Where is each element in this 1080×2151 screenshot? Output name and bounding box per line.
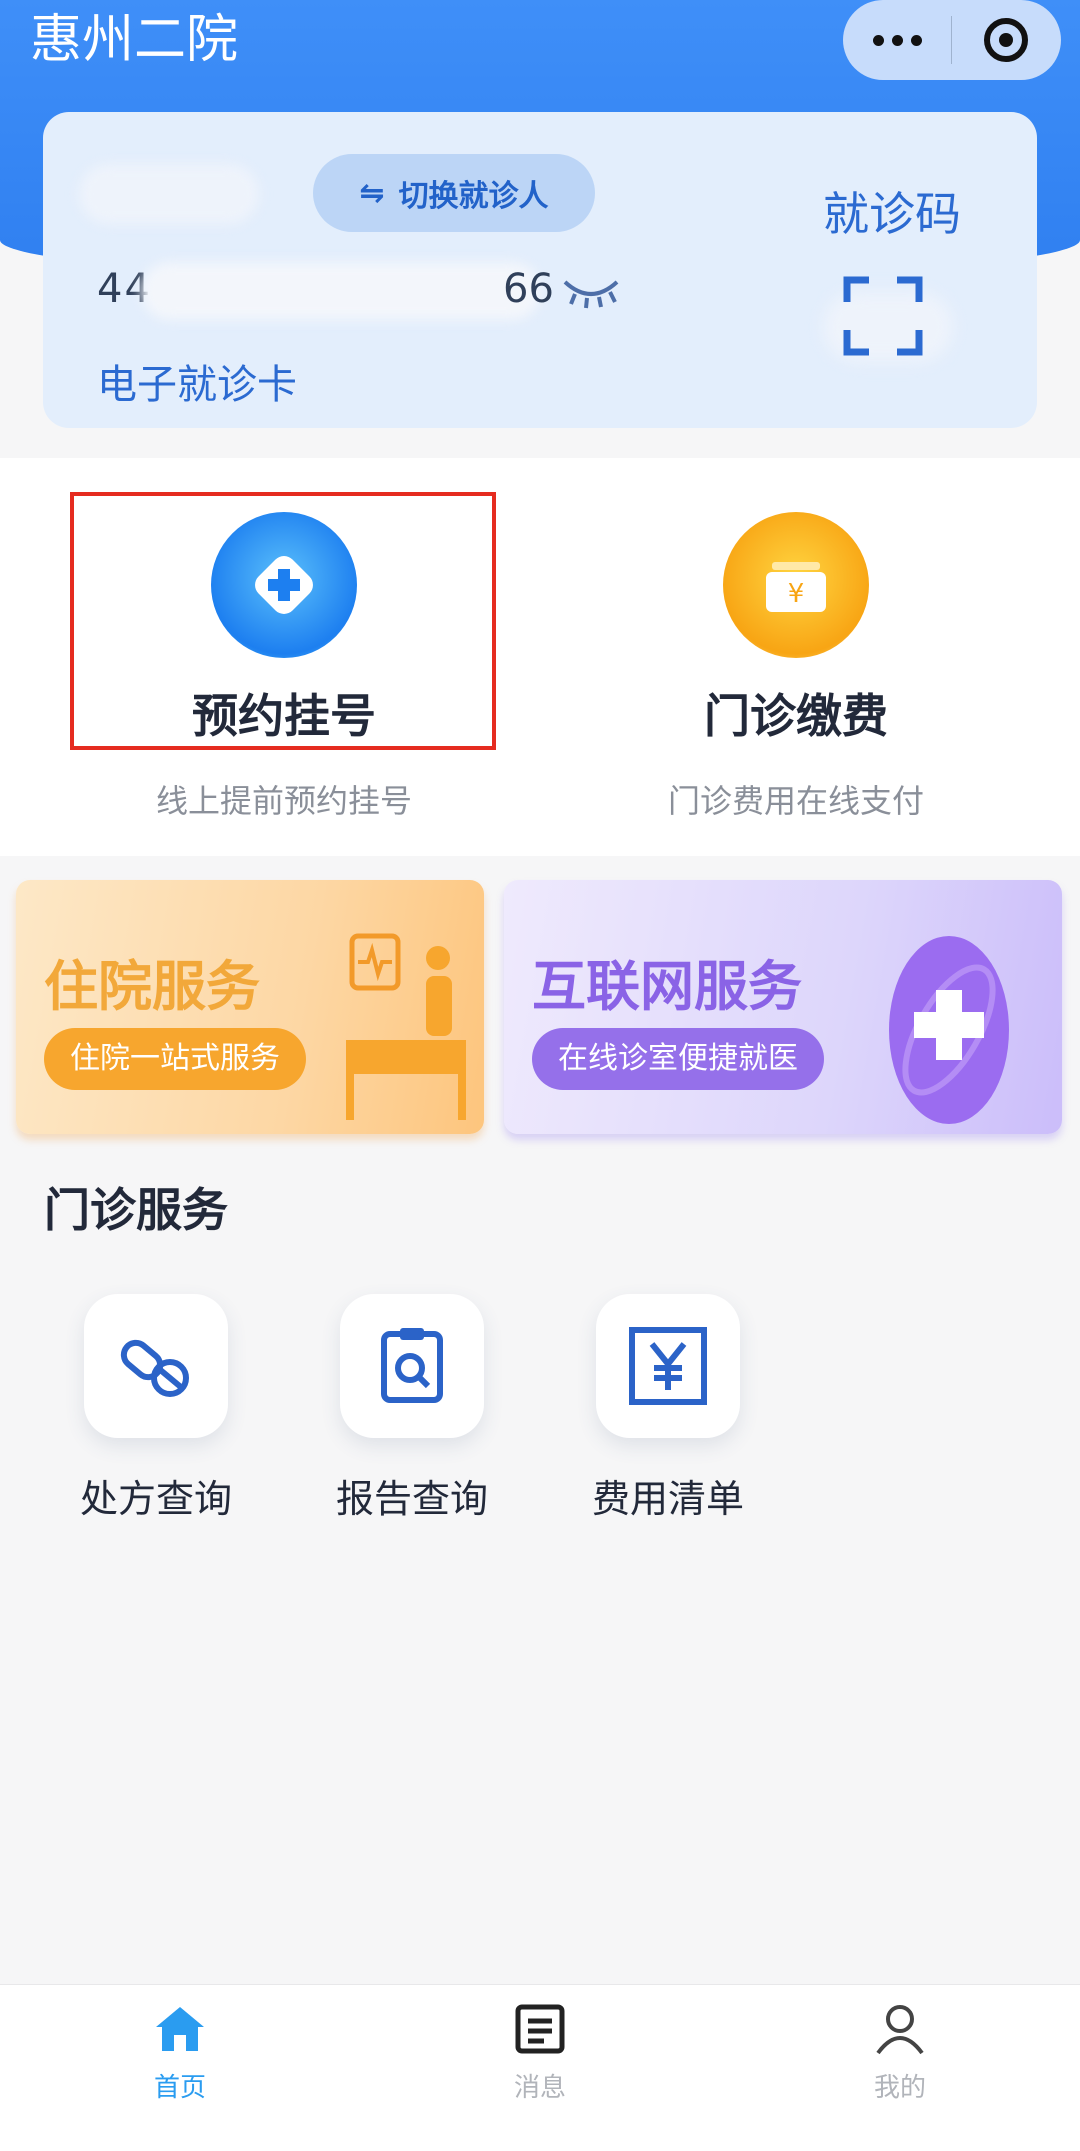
- internet-title: 互联网服务: [532, 955, 802, 1018]
- switch-patient-label: 切换就诊人: [398, 179, 549, 214]
- app-title: 惠州二院: [30, 10, 239, 70]
- prescription-query-entry[interactable]: 处方查询: [56, 1294, 256, 1523]
- ecard-label: 电子就诊卡: [97, 362, 297, 408]
- eye-closed-icon[interactable]: [561, 272, 621, 316]
- report-search-icon: [340, 1294, 484, 1438]
- visit-code-label[interactable]: 就诊码: [823, 178, 961, 244]
- switch-patient-button[interactable]: ⇋ 切换就诊人: [313, 154, 595, 232]
- miniprogram-capsule: [843, 0, 1061, 80]
- inpatient-service-banner[interactable]: 住院服务 住院一站式服务: [16, 880, 484, 1134]
- payment-title: 门诊缴费: [704, 689, 888, 743]
- target-close-icon[interactable]: [952, 0, 1060, 80]
- pill-icon: [84, 1294, 228, 1438]
- switch-arrows-icon: ⇋: [359, 175, 385, 211]
- fee-list-entry[interactable]: 费用清单: [568, 1294, 768, 1523]
- appointment-subtitle: 线上提前预约挂号: [155, 782, 412, 820]
- bottom-tabbar: 首页 消息 我的: [0, 1984, 1080, 2151]
- tab-profile[interactable]: 我的: [800, 2003, 1000, 2104]
- message-icon: [515, 2004, 565, 2054]
- tab-messages-label: 消息: [513, 2073, 566, 2103]
- planet-cross-icon: [889, 936, 1009, 1124]
- blurred-patient-name: [79, 164, 259, 224]
- payment-subtitle: 门诊费用在线支付: [667, 782, 924, 820]
- yen-payment-icon: ¥: [723, 512, 869, 658]
- svg-text:¥: ¥: [788, 579, 805, 609]
- outpatient-payment-entry[interactable]: ¥ 门诊缴费 门诊费用在线支付: [596, 512, 996, 822]
- inpatient-pill: 住院一站式服务: [44, 1028, 306, 1090]
- card-number-suffix: 66: [503, 266, 554, 312]
- report-query-entry[interactable]: 报告查询: [312, 1294, 512, 1523]
- inpatient-title: 住院服务: [44, 955, 260, 1018]
- tab-profile-label: 我的: [873, 2073, 926, 2103]
- internet-service-banner[interactable]: 互联网服务 在线诊室便捷就医: [504, 880, 1062, 1134]
- quick-actions-section: 预约挂号 线上提前预约挂号 ¥ 门诊缴费 门诊费用在线支付: [0, 458, 1080, 856]
- user-icon: [876, 2005, 924, 2055]
- home-icon: [156, 2007, 204, 2051]
- tab-home-label: 首页: [153, 2073, 206, 2103]
- fee-list-label: 费用清单: [591, 1477, 744, 1521]
- more-dots-icon[interactable]: [843, 0, 951, 80]
- qr-scan-icon[interactable]: [843, 276, 923, 360]
- outpatient-services-title: 门诊服务: [44, 1183, 228, 1237]
- patient-card: ⇋ 切换就诊人 44 66 电子就诊卡 就诊码: [43, 112, 1037, 428]
- blurred-card-number: [141, 262, 541, 320]
- prescription-query-label: 处方查询: [79, 1477, 232, 1521]
- tab-home[interactable]: 首页: [80, 2003, 280, 2104]
- highlight-box: [70, 492, 496, 750]
- hospital-bed-icon: [346, 933, 466, 1120]
- tab-messages[interactable]: 消息: [440, 2003, 640, 2104]
- report-query-label: 报告查询: [335, 1477, 488, 1521]
- yen-list-icon: [596, 1294, 740, 1438]
- internet-pill: 在线诊室便捷就医: [532, 1028, 824, 1090]
